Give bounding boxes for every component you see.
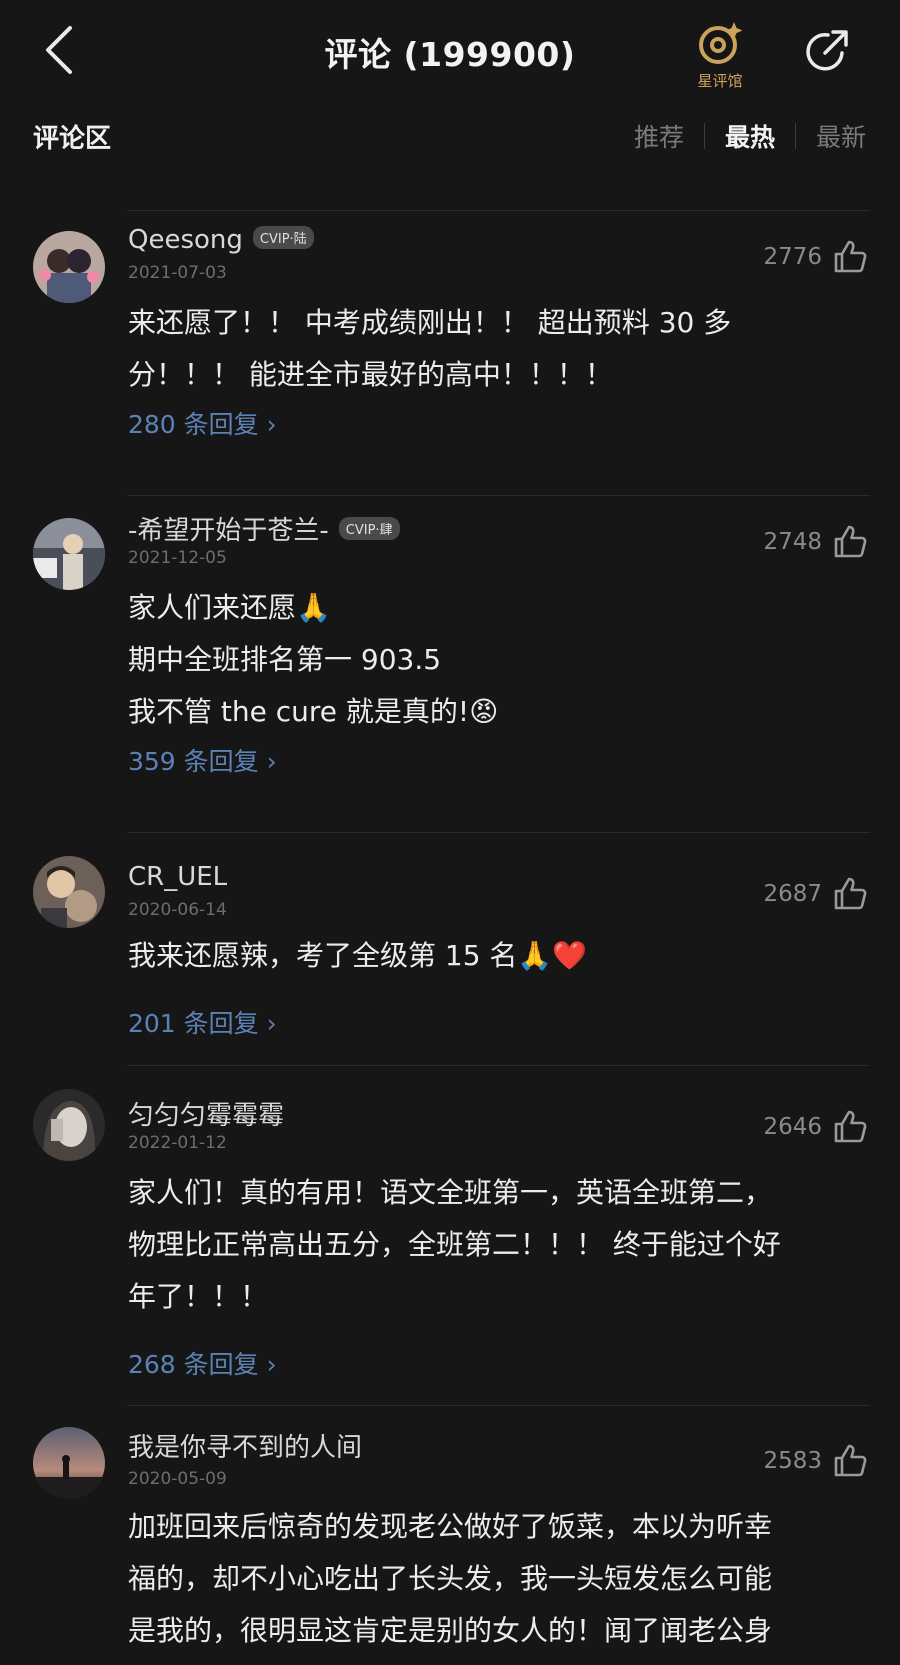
divider bbox=[127, 1405, 870, 1406]
username[interactable]: -希望开始于苍兰- CVIP·肆 bbox=[128, 510, 400, 547]
like-button[interactable]: 2776 bbox=[763, 239, 868, 275]
thumbs-up-icon bbox=[834, 1444, 867, 1477]
avatar-image bbox=[33, 1427, 105, 1499]
comment-line: 福的，却不小心吃出了长头发，我一头短发怎么可能 bbox=[128, 1562, 773, 1595]
username-text: 匀匀匀霉霉霉 bbox=[128, 1101, 285, 1131]
comment-line: 是我的，很明显这肯定是别的女人的！闻了闻老公身 bbox=[128, 1614, 773, 1647]
comment-line: 我不管 the cure 就是真的!😡 bbox=[128, 695, 499, 728]
avatar-image bbox=[33, 1089, 105, 1161]
username[interactable]: CR_UEL bbox=[128, 862, 227, 892]
avatar[interactable] bbox=[33, 518, 105, 590]
view-replies-link[interactable]: 268 条回复 › bbox=[128, 1345, 277, 1381]
like-count: 2646 bbox=[763, 1114, 822, 1140]
username[interactable]: 匀匀匀霉霉霉 bbox=[128, 1095, 284, 1132]
vip-badge: CVIP·陆 bbox=[252, 226, 314, 249]
star-hall-label: 星评馆 bbox=[697, 72, 743, 90]
view-replies-link[interactable]: 201 条回复 › bbox=[128, 1004, 277, 1040]
username-text: Qeesong bbox=[128, 225, 243, 255]
comments-page: 评论 (199900) 星评馆 评论区 推荐 最热 最新 Qeesong CVI… bbox=[0, 0, 900, 1665]
comment-line: 家人们！真的有用！语文全班第一，英语全班第二， bbox=[128, 1176, 773, 1209]
comment-body: 我来还愿辣，考了全级第 15 名🙏❤️ bbox=[128, 930, 873, 982]
comment-body: 加班回来后惊奇的发现老公做好了饭菜，本以为听幸 福的，却不小心吃出了长头发，我一… bbox=[128, 1501, 873, 1657]
avatar-image bbox=[33, 856, 105, 928]
share-button[interactable] bbox=[802, 26, 852, 76]
comment-section-bar: 评论区 推荐 最热 最新 bbox=[0, 112, 900, 162]
avatar[interactable] bbox=[33, 1427, 105, 1499]
star-hall-button[interactable]: 星评馆 bbox=[687, 18, 753, 90]
username-text: 我是你寻不到的人间 bbox=[128, 1433, 363, 1463]
section-title: 评论区 bbox=[33, 124, 112, 154]
comment-line: 家人们来还愿🙏 bbox=[128, 591, 331, 624]
comment-body: 家人们来还愿🙏 期中全班排名第一 903.5 我不管 the cure 就是真的… bbox=[128, 582, 873, 738]
like-button[interactable]: 2583 bbox=[763, 1443, 868, 1479]
view-replies-link[interactable]: 359 条回复 › bbox=[128, 742, 277, 778]
username[interactable]: 我是你寻不到的人间 bbox=[128, 1427, 362, 1464]
comment-line: 我来还愿辣，考了全级第 15 名🙏❤️ bbox=[128, 939, 588, 972]
like-count: 2776 bbox=[763, 244, 822, 270]
comment-body: 家人们！真的有用！语文全班第一，英语全班第二， 物理比正常高出五分，全班第二！！… bbox=[128, 1167, 873, 1323]
thumbs-up-icon bbox=[834, 525, 867, 558]
comment-line: 年了！！！ bbox=[128, 1280, 269, 1313]
comment-date: 2021-12-05 bbox=[128, 548, 227, 568]
tab-newest[interactable]: 最新 bbox=[796, 118, 866, 154]
thumbs-up-icon bbox=[834, 877, 867, 910]
like-count: 2687 bbox=[763, 881, 822, 907]
divider bbox=[127, 1065, 870, 1066]
comment-date: 2021-07-03 bbox=[128, 263, 227, 283]
share-icon bbox=[806, 30, 848, 71]
like-button[interactable]: 2687 bbox=[763, 876, 868, 912]
comment-date: 2020-05-09 bbox=[128, 1469, 227, 1489]
thumbs-up-icon bbox=[834, 240, 867, 273]
comment-date: 2020-06-14 bbox=[128, 900, 227, 920]
tab-recommended[interactable]: 推荐 bbox=[614, 118, 704, 154]
divider bbox=[127, 210, 870, 211]
sort-tabs: 推荐 最热 最新 bbox=[614, 118, 866, 154]
comment-line: 物理比正常高出五分，全班第二！！！ 终于能过个好 bbox=[128, 1228, 781, 1261]
username-text: -希望开始于苍兰- bbox=[128, 516, 329, 546]
username[interactable]: Qeesong CVIP·陆 bbox=[128, 225, 314, 255]
avatar[interactable] bbox=[33, 1089, 105, 1161]
divider bbox=[127, 832, 870, 833]
avatar[interactable] bbox=[33, 856, 105, 928]
vip-badge: CVIP·肆 bbox=[338, 517, 400, 540]
top-bar: 评论 (199900) 星评馆 bbox=[0, 0, 900, 100]
star-ring-icon bbox=[699, 22, 743, 64]
avatar-image bbox=[33, 231, 105, 303]
like-button[interactable]: 2646 bbox=[763, 1109, 868, 1145]
like-count: 2583 bbox=[763, 1448, 822, 1474]
page-title: 评论 (199900) bbox=[324, 35, 576, 74]
comment-date: 2022-01-12 bbox=[128, 1133, 227, 1153]
like-button[interactable]: 2748 bbox=[763, 524, 868, 560]
avatar-image bbox=[33, 518, 105, 590]
comment-line: 期中全班排名第一 903.5 bbox=[128, 643, 442, 676]
comment-line: 加班回来后惊奇的发现老公做好了饭菜，本以为听幸 bbox=[128, 1510, 773, 1543]
comment-line: 分！！！ 能进全市最好的高中！！！！ bbox=[128, 358, 613, 391]
tab-hottest[interactable]: 最热 bbox=[705, 118, 795, 154]
divider bbox=[127, 495, 870, 496]
view-replies-link[interactable]: 280 条回复 › bbox=[128, 405, 277, 441]
avatar[interactable] bbox=[33, 231, 105, 303]
thumbs-up-icon bbox=[834, 1110, 867, 1143]
like-count: 2748 bbox=[763, 529, 822, 555]
comment-body: 来还愿了！！ 中考成绩刚出！！ 超出预料 30 多 分！！！ 能进全市最好的高中… bbox=[128, 297, 873, 401]
username-text: CR_UEL bbox=[128, 862, 228, 892]
comment-line: 来还愿了！！ 中考成绩刚出！！ 超出预料 30 多 bbox=[128, 306, 732, 339]
